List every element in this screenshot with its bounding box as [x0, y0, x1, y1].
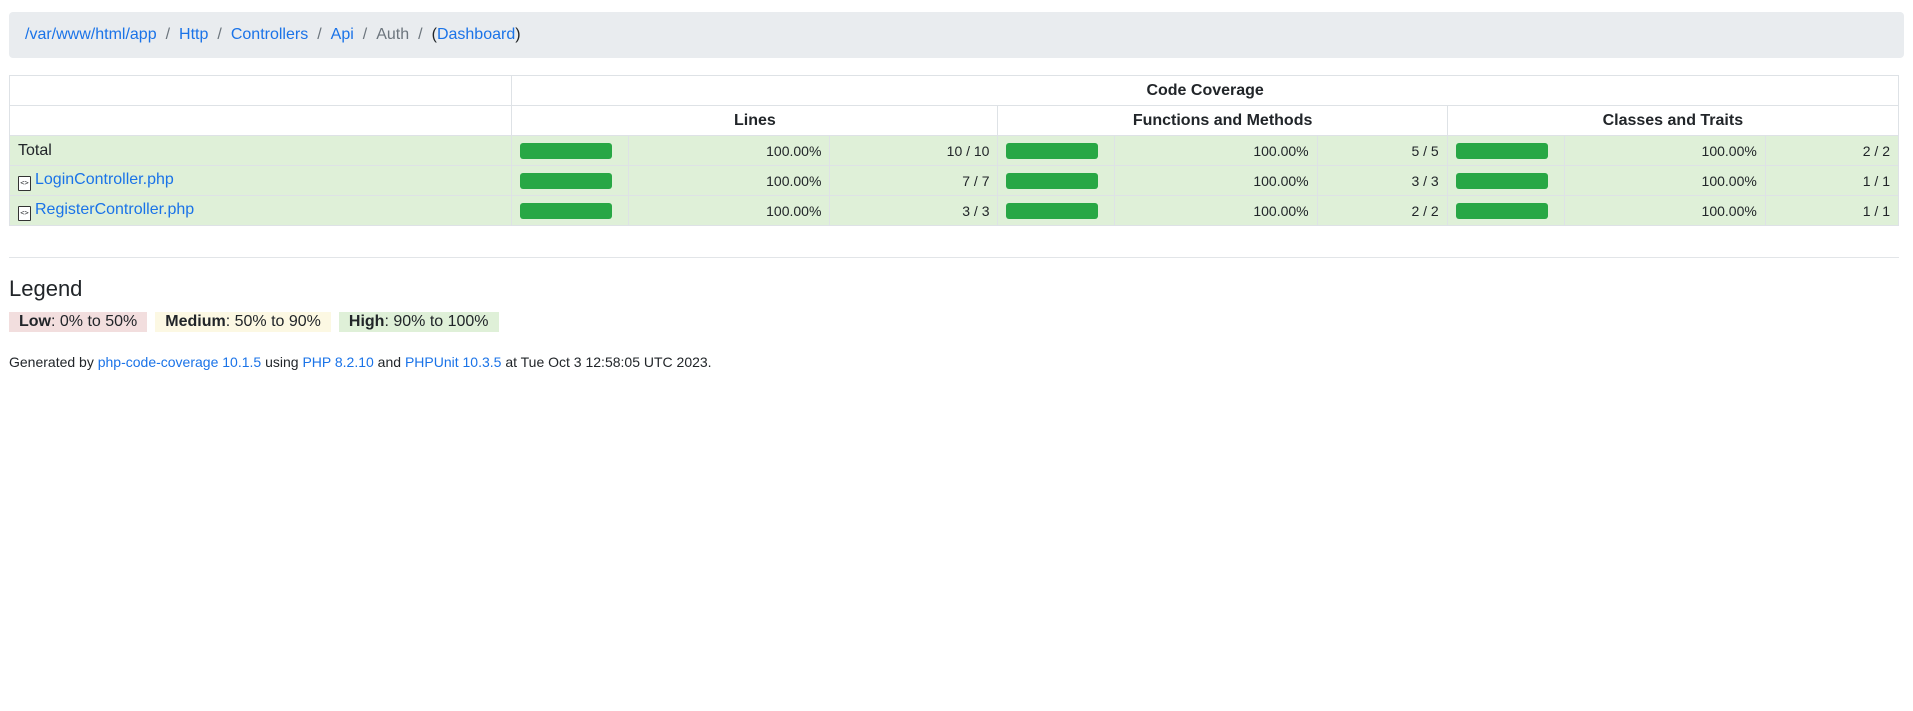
footer-suffix: at Tue Oct 3 12:58:05 UTC 2023.	[501, 354, 712, 370]
classes-progress-bar	[1446, 165, 1565, 196]
dashboard-link[interactable]: Dashboard	[437, 26, 515, 44]
row-name-cell: <> LoginController.php	[8, 165, 513, 196]
classes-progress-bar	[1446, 135, 1565, 166]
classes-progress-bar	[1446, 195, 1565, 226]
table-row: <> LoginController.php 100.00% 7 / 7 100.…	[8, 165, 1900, 196]
code-coverage-header: Code Coverage	[511, 75, 1899, 106]
legend-medium-range: : 50% to 90%	[225, 313, 321, 330]
table-header-empty	[8, 75, 513, 106]
classes-percent: 100.00%	[1563, 165, 1766, 196]
classes-percent: 100.00%	[1563, 195, 1766, 226]
breadcrumb-item-app[interactable]: /var/www/html/app	[25, 26, 157, 44]
legend-high-label: High	[348, 313, 385, 330]
breadcrumb-separator: /	[418, 26, 423, 43]
lines-ratio: 3 / 3	[829, 195, 999, 226]
functions-ratio: 3 / 3	[1316, 165, 1448, 196]
classes-percent: 100.00%	[1563, 135, 1766, 166]
functions-header: Functions and Methods	[997, 105, 1448, 136]
coverage-table: Code Coverage Lines Functions and Method…	[8, 75, 1900, 226]
breadcrumb-separator: /	[362, 26, 368, 43]
legend-high-range: : 90% to 100%	[384, 313, 489, 330]
functions-percent: 100.00%	[1113, 195, 1318, 226]
breadcrumb: /var/www/html/app / Http / Controllers /…	[9, 12, 1904, 58]
lines-progress-bar	[511, 195, 630, 226]
lines-percent: 100.00%	[628, 135, 831, 166]
file-link-register-controller[interactable]: RegisterController.php	[35, 201, 194, 218]
functions-ratio: 5 / 5	[1316, 135, 1448, 166]
lines-percent: 100.00%	[628, 165, 831, 196]
functions-percent: 100.00%	[1113, 135, 1318, 166]
legend-title: Legend	[9, 276, 83, 301]
legend-low-label: Low	[19, 313, 51, 330]
lines-percent: 100.00%	[628, 195, 831, 226]
table-header-row: Lines Functions and Methods Classes and …	[8, 105, 1900, 136]
classes-ratio: 1 / 1	[1764, 165, 1900, 196]
breadcrumb-item-api[interactable]: Api	[331, 26, 354, 44]
classes-header: Classes and Traits	[1446, 105, 1900, 136]
footer-using: using	[261, 354, 303, 370]
footer-and: and	[373, 354, 405, 370]
legend-low-range: : 0% to 50%	[51, 313, 138, 330]
divider	[9, 257, 1899, 258]
lines-progress-bar	[511, 135, 630, 166]
legend-medium-label: Medium	[165, 313, 226, 330]
breadcrumb-separator: /	[217, 26, 222, 43]
row-name: Total	[8, 135, 513, 166]
functions-progress-bar	[997, 135, 1115, 166]
footer: Generated by php-code-coverage 10.1.5 us…	[9, 354, 1904, 370]
legend-medium: Medium: 50% to 90%	[155, 312, 331, 332]
footer-prefix: Generated by	[9, 354, 98, 370]
breadcrumb-separator: /	[165, 26, 171, 43]
breadcrumb-item-http[interactable]: Http	[179, 26, 208, 44]
legend-high: High: 90% to 100%	[338, 312, 499, 332]
legend: Low: 0% to 50% Medium: 50% to 90% High: …	[9, 312, 1904, 332]
lines-progress-bar	[511, 165, 630, 196]
legend-low: Low: 0% to 50%	[9, 312, 148, 332]
row-name-cell: <> RegisterController.php	[8, 195, 513, 226]
breadcrumb-separator: /	[317, 26, 322, 43]
file-code-icon: <>	[18, 176, 31, 191]
breadcrumb-item-auth: Auth	[376, 26, 410, 43]
dashboard-paren-close: )	[515, 26, 521, 43]
functions-progress-bar	[997, 165, 1115, 196]
table-header-empty	[8, 105, 513, 136]
functions-ratio: 2 / 2	[1316, 195, 1448, 226]
file-link-login-controller[interactable]: LoginController.php	[35, 171, 174, 188]
lines-ratio: 10 / 10	[829, 135, 999, 166]
functions-progress-bar	[997, 195, 1115, 226]
table-row-total: Total 100.00% 10 / 10 100.00% 5 / 5 100.…	[8, 135, 1900, 166]
php-link[interactable]: PHP 8.2.10	[302, 354, 373, 370]
table-row: <> RegisterController.php 100.00% 3 / 3 1…	[8, 195, 1900, 226]
lines-header: Lines	[511, 105, 999, 136]
lines-ratio: 7 / 7	[829, 165, 999, 196]
phpunit-link[interactable]: PHPUnit 10.3.5	[405, 354, 502, 370]
php-code-coverage-link[interactable]: php-code-coverage 10.1.5	[98, 354, 261, 370]
file-code-icon: <>	[18, 206, 31, 221]
table-header-group-row: Code Coverage	[8, 75, 1899, 106]
classes-ratio: 2 / 2	[1764, 135, 1900, 166]
classes-ratio: 1 / 1	[1764, 195, 1900, 226]
breadcrumb-item-controllers[interactable]: Controllers	[231, 26, 308, 44]
functions-percent: 100.00%	[1113, 165, 1318, 196]
